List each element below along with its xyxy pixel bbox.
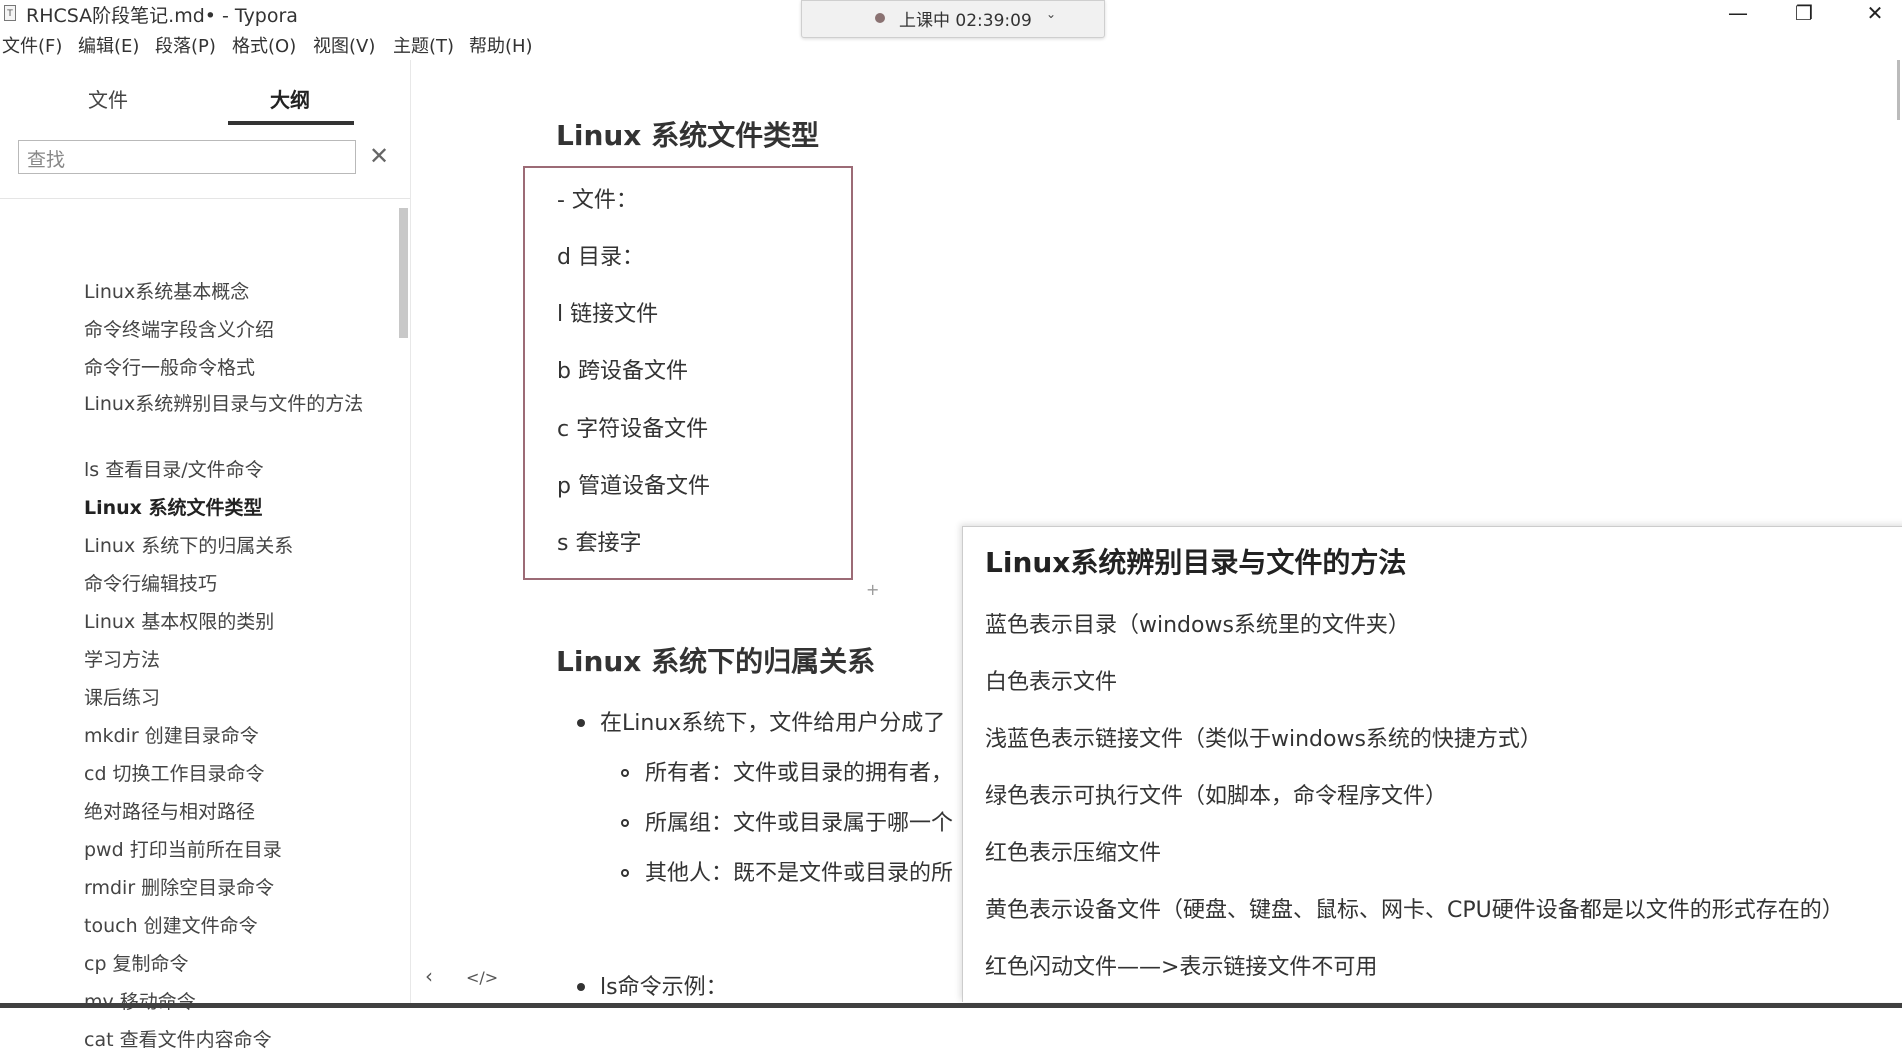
outline-search-input[interactable]: 查找 [18,140,356,174]
outline-item-active[interactable]: Linux 系统文件类型 [84,496,374,520]
file-type-line: l 链接文件 [557,302,659,327]
outline-item[interactable]: 绝对路径与相对路径 [84,800,374,824]
bullet-dot-icon [577,983,585,991]
note-line: 黄色表示设备文件（硬盘、键盘、鼠标、网卡、CPU硬件设备都是以文件的形式存在的） [985,898,1844,923]
note-title: Linux系统辨别目录与文件的方法 [985,546,1407,579]
tab-outline[interactable]: 大纲 [270,84,310,113]
outline-item[interactable]: Linux 基本权限的类别 [84,610,374,634]
outline-item[interactable]: 学习方法 [84,648,374,672]
close-window-button[interactable]: ✕ [1853,0,1897,28]
note-line: 绿色表示可执行文件（如脚本，命令程序文件） [985,784,1448,809]
recording-indicator[interactable]: 上课中 02:39:09 ⌄ [801,0,1105,38]
typora-app-icon: T [4,5,16,21]
record-dot-icon [875,13,885,23]
file-type-line: d 目录： [557,245,644,270]
outline-item[interactable]: 命令行一般命令格式 [84,356,374,380]
chevron-down-icon[interactable]: ⌄ [1046,7,1056,21]
bullet-dot-icon [577,719,585,727]
maximize-button[interactable]: ❐ [1782,0,1826,28]
file-type-line: c 字符设备文件 [557,417,709,442]
menu-theme[interactable]: 主题(T) [393,32,454,58]
minimize-button[interactable]: — [1716,0,1760,28]
sub-bullet-icon [621,869,629,877]
add-row-icon[interactable]: + [866,580,879,599]
outline-item[interactable]: mv 移动命令 [84,990,374,1014]
bullet-item: ls命令示例： [600,975,728,1000]
menu-view[interactable]: 视图(V) [313,32,375,58]
note-line: 白色表示文件 [985,670,1118,695]
menu-edit[interactable]: 编辑(E) [78,32,139,58]
sub-bullet-item: 其他人：既不是文件或目录的所 [645,861,954,886]
outline-item[interactable]: cd 切换工作目录命令 [84,762,374,786]
sub-bullet-item: 所有者：文件或目录的拥有者， [645,761,954,786]
active-tab-indicator [228,121,354,125]
outline-item[interactable]: 课后练习 [84,686,374,710]
outline-item[interactable]: cp 复制命令 [84,952,374,976]
outline-item[interactable]: Linux系统基本概念 [84,280,374,304]
clear-search-icon[interactable]: ✕ [369,142,389,170]
menu-format[interactable]: 格式(O) [232,32,296,58]
sub-bullet-item: 所属组：文件或目录属于哪一个 [645,811,954,836]
note-line: 浅蓝色表示链接文件（类似于windows系统的快捷方式） [985,727,1542,752]
sub-bullet-icon [621,769,629,777]
sidebar-divider [0,198,410,199]
file-type-line: s 套接字 [557,531,642,556]
note-line: 红色表示压缩文件 [985,841,1162,866]
floating-note-window[interactable]: Linux系统辨别目录与文件的方法 蓝色表示目录（windows系统里的文件夹）… [962,526,1902,1002]
outline-item[interactable]: Linux系统辨别目录与文件的方法 [84,392,374,416]
menu-paragraph[interactable]: 段落(P) [155,32,216,58]
note-line: 红色闪动文件——>表示链接文件不可用 [985,955,1378,980]
sidebar-scrollbar[interactable] [399,208,408,338]
recording-status-text: 上课中 02:39:09 [899,11,1032,31]
note-line: 蓝色表示目录（windows系统里的文件夹） [985,613,1410,638]
bullet-item: 在Linux系统下，文件给用户分成了 [600,711,946,736]
outline-item[interactable]: mkdir 创建目录命令 [84,724,374,748]
sidebar: 文件 大纲 查找 ✕ Linux系统基本概念 命令终端字段含义介绍 命令行一般命… [0,60,411,1051]
outline-item[interactable]: 命令行编辑技巧 [84,572,374,596]
taskbar-edge [0,1003,1902,1008]
tab-files[interactable]: 文件 [88,84,128,113]
toggle-sidebar-icon[interactable]: ‹ [425,964,433,988]
sub-bullet-icon [621,819,629,827]
heading-file-types: Linux 系统文件类型 [556,119,820,152]
outline-item[interactable]: rmdir 删除空目录命令 [84,876,374,900]
source-code-mode-icon[interactable]: </> [466,968,498,987]
menu-file[interactable]: 文件(F) [2,32,62,58]
outline-item[interactable]: cat 查看文件内容命令 [84,1028,374,1052]
outline-item[interactable]: ls 查看目录/文件命令 [84,458,374,482]
window-title: RHCSA阶段笔记.md• - Typora [26,5,298,27]
outline-item[interactable]: pwd 打印当前所在目录 [84,838,374,862]
outline-item[interactable]: Linux 系统下的归属关系 [84,534,374,558]
menu-help[interactable]: 帮助(H) [469,32,533,58]
outline-item[interactable]: 命令终端字段含义介绍 [84,318,374,342]
file-type-line: - 文件： [557,188,638,213]
heading-ownership: Linux 系统下的归属关系 [556,645,876,678]
outline-item[interactable]: touch 创建文件命令 [84,914,374,938]
file-type-line: b 跨设备文件 [557,359,688,384]
editor-scrollbar[interactable] [1897,60,1900,120]
file-type-line: p 管道设备文件 [557,474,710,499]
